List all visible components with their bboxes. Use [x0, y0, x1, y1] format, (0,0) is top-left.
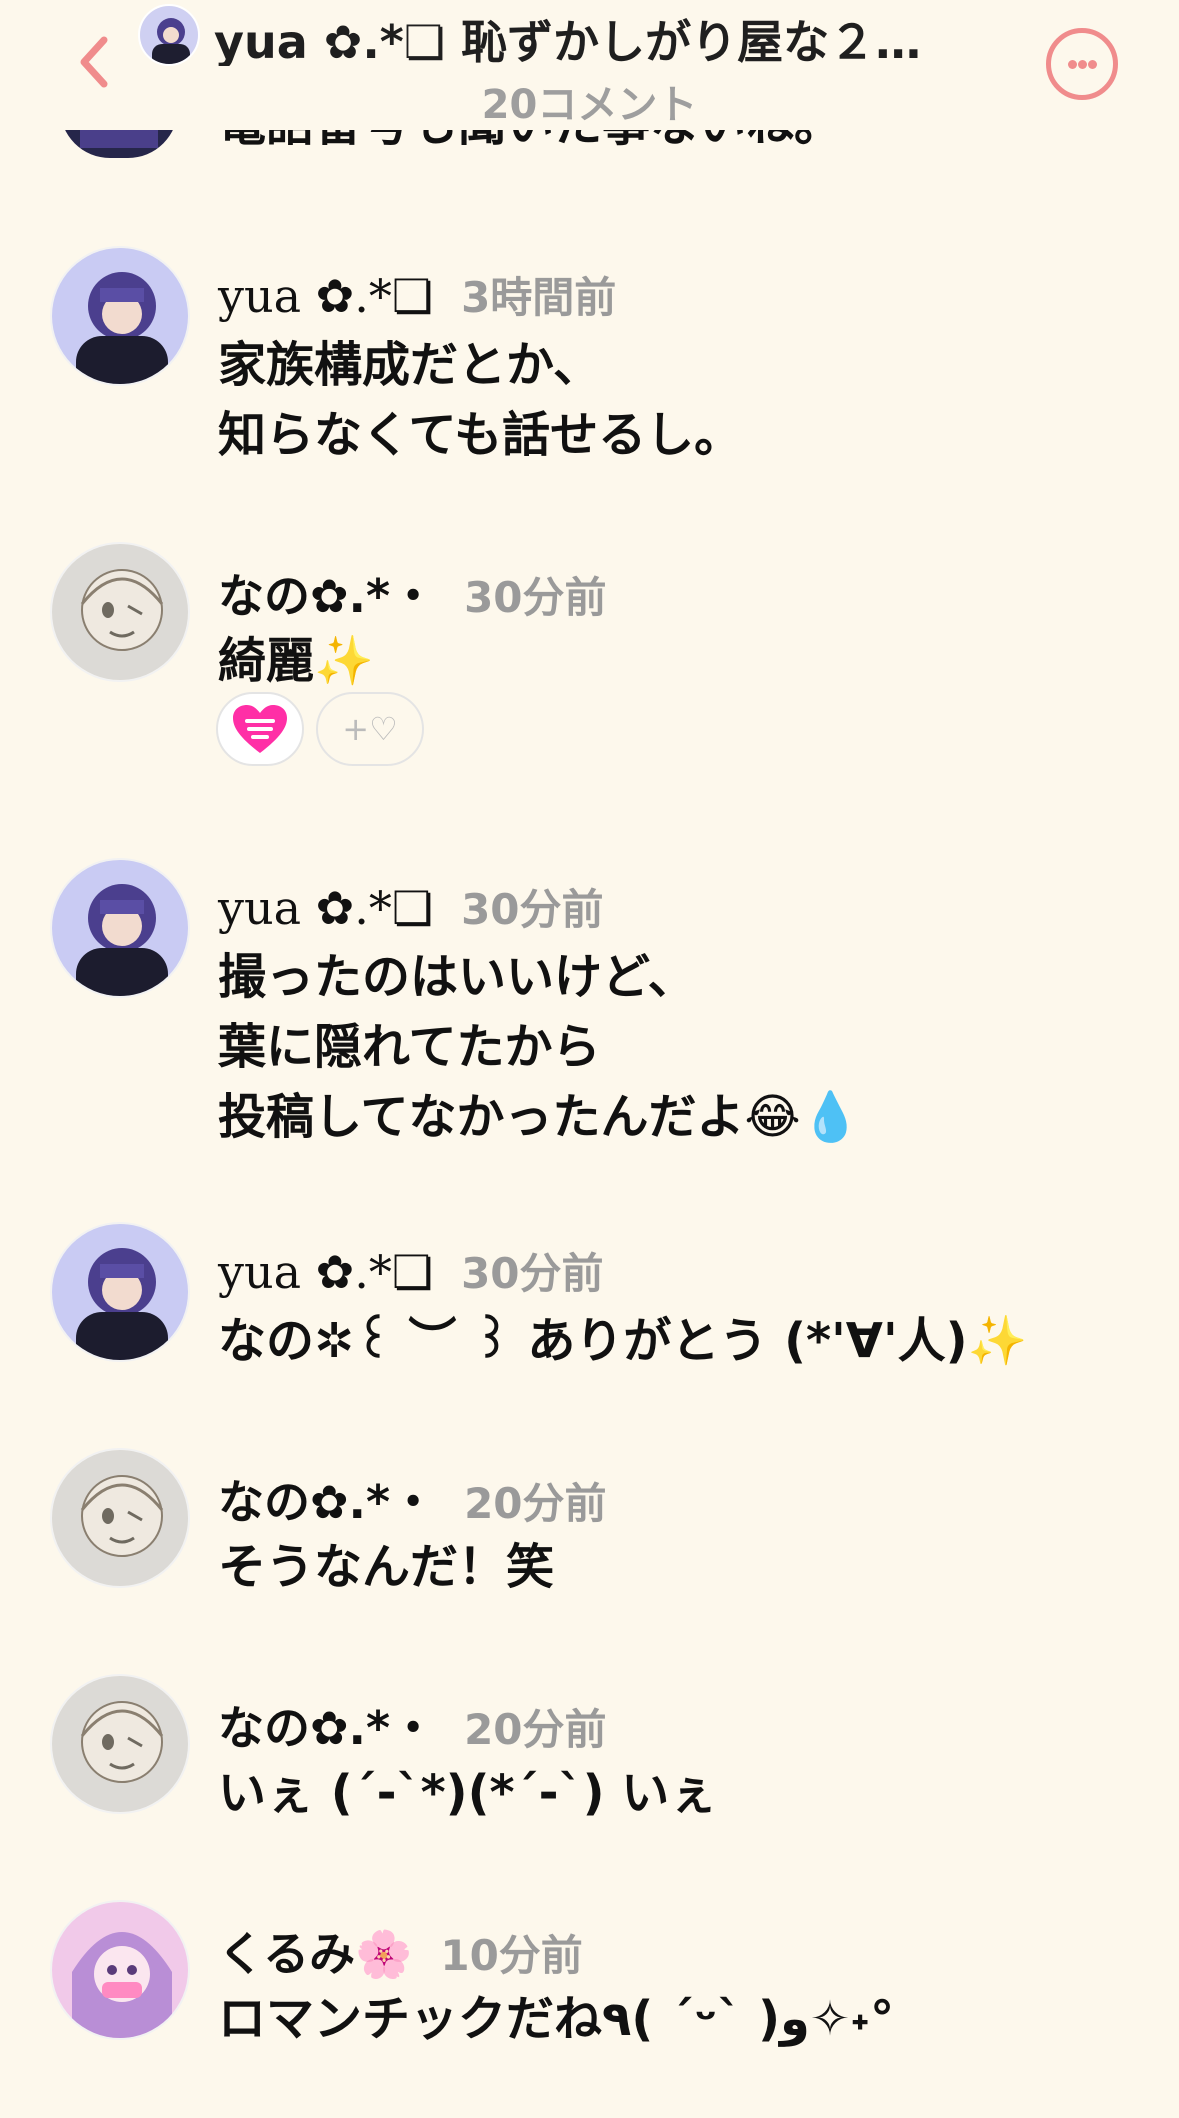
- comment-text: 家族構成だとか、 知らなくても話せるし。: [218, 337, 743, 463]
- avatar[interactable]: [50, 246, 190, 386]
- comment-author[interactable]: くるみ🌸: [218, 1918, 412, 1984]
- comment-text: いぇ (´-`*)(*´-`) いぇ: [218, 1765, 718, 1821]
- comment-text: 撮ったのはいいけど、 葉に隠れてたから 投稿してなかったんだよ😂💧: [218, 949, 861, 1145]
- header-avatar[interactable]: [138, 4, 200, 66]
- avatar[interactable]: [50, 1448, 190, 1588]
- comment-text: ロマンチックだね٩( ˊᵕˋ )ﻭ✧˖°: [218, 1991, 895, 2047]
- comment-author[interactable]: なの✿.*・: [218, 1466, 436, 1532]
- avatar[interactable]: [50, 858, 190, 998]
- comment-author[interactable]: yua ✿.*❏: [218, 1245, 433, 1299]
- comment-time: 10分前: [440, 1931, 583, 1980]
- comment-time: 20分前: [464, 1479, 607, 1528]
- comment-text: なの✲꒰ ︶ ꒱ ありがとう (*'∀'人)✨: [218, 1313, 1028, 1369]
- top-bar: yua ✿.*❏ 恥ずかしがり屋な２… 20コメント: [0, 0, 1179, 130]
- add-reaction-button[interactable]: +♡: [316, 692, 424, 766]
- add-reaction-label: +♡: [342, 710, 398, 748]
- avatar[interactable]: [50, 1900, 190, 2040]
- avatar[interactable]: [50, 1222, 190, 1362]
- comment-time: 20分前: [464, 1705, 607, 1754]
- comment-count: 20コメント: [481, 82, 698, 128]
- reaction-sticker[interactable]: [216, 692, 304, 766]
- ellipsis-dot: [1088, 60, 1097, 69]
- comment-author[interactable]: なの✿.*・: [218, 1692, 436, 1758]
- comment-time: 30分前: [461, 885, 604, 934]
- more-button[interactable]: [1046, 28, 1118, 100]
- comment-author[interactable]: yua ✿.*❏: [218, 881, 433, 935]
- avatar[interactable]: [50, 1674, 190, 1814]
- ellipsis-dot: [1078, 60, 1087, 69]
- avatar[interactable]: [50, 542, 190, 682]
- reaction-bar: +♡: [216, 692, 424, 766]
- comment-author[interactable]: なの✿.*・: [218, 560, 436, 626]
- thread-title: yua ✿.*❏ 恥ずかしがり屋な２…: [214, 15, 922, 66]
- ellipsis-circle-icon: [1068, 60, 1077, 69]
- pink-heart-sticker-icon: [233, 705, 287, 753]
- comment-author[interactable]: yua ✿.*❏: [218, 269, 433, 323]
- comment-time: 30分前: [464, 573, 607, 622]
- comment-time: 3時間前: [461, 273, 617, 322]
- comment-text: 綺麗✨: [218, 633, 374, 689]
- comment-time: 30分前: [461, 1249, 604, 1298]
- comment-text: そうなんだ！笑: [218, 1539, 555, 1595]
